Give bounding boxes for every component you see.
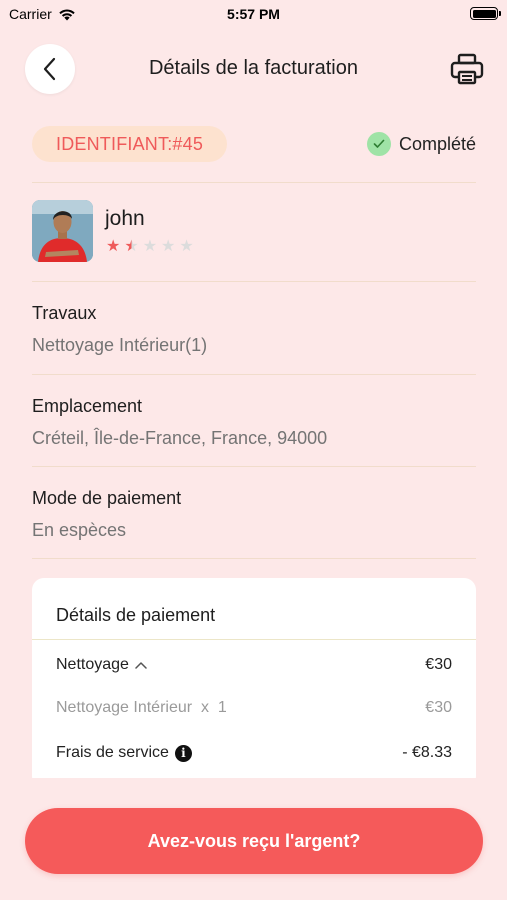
status-badge: Complété — [366, 132, 476, 156]
star-half-icon: ★ — [124, 238, 139, 255]
payment-method-label: Mode de paiement — [32, 488, 182, 508]
location-section: Emplacement Créteil, Île-de-France, Fran… — [32, 396, 476, 449]
avatar — [32, 200, 93, 262]
star-icon: ★ — [161, 238, 176, 255]
sub-service-line: Nettoyage Intérieur x 1 €30 — [56, 699, 452, 717]
service-fee-label: Frais de service — [56, 744, 169, 761]
star-icon: ★ — [179, 238, 194, 255]
sub-service-amount: €30 — [425, 699, 452, 716]
status-bar: Carrier 5:57 PM — [0, 0, 507, 30]
page-title: Détails de la facturation — [148, 57, 358, 79]
divider — [32, 182, 476, 183]
location-value: Créteil, Île-de-France, France, 94000 — [32, 428, 328, 448]
printer-icon — [450, 53, 484, 85]
service-amount: €30 — [425, 656, 452, 673]
divider — [32, 558, 476, 559]
divider — [32, 374, 476, 375]
work-section: Travaux Nettoyage Intérieur(1) — [32, 303, 476, 356]
star-rating: ★ ★ ★ ★ ★ — [106, 239, 194, 255]
service-label: Nettoyage — [56, 656, 129, 673]
check-icon — [366, 132, 391, 156]
service-fee-amount: - €8.33 — [402, 744, 452, 761]
status-label: Complété — [398, 133, 476, 154]
payment-details-card: Détails de paiement Nettoyage €30 Nettoy… — [32, 578, 476, 788]
order-id-badge: IDENTIFIANT:#45 — [32, 126, 228, 162]
location-label: Emplacement — [32, 396, 143, 416]
star-icon: ★ — [142, 238, 158, 255]
battery-icon — [470, 7, 501, 20]
print-button[interactable] — [449, 51, 485, 87]
chevron-up-icon[interactable] — [135, 661, 147, 669]
order-id-row: IDENTIFIANT:#45 Complété — [32, 126, 476, 164]
payment-method-section: Mode de paiement En espèces — [32, 488, 476, 541]
service-line[interactable]: Nettoyage €30 — [56, 656, 452, 674]
payment-received-button[interactable]: Avez-vous reçu l'argent? — [25, 808, 483, 874]
payment-details-title: Détails de paiement — [56, 605, 216, 625]
info-icon[interactable]: i — [174, 744, 192, 762]
clock: 5:57 PM — [227, 6, 280, 22]
divider — [32, 281, 476, 282]
work-label: Travaux — [32, 303, 97, 323]
bottom-action-bar: Avez-vous reçu l'argent? — [0, 778, 507, 900]
header: Détails de la facturation — [0, 42, 507, 96]
payment-method-value: En espèces — [32, 520, 127, 540]
customer-info: john ★ ★ ★ ★ ★ — [32, 200, 476, 262]
sub-service-label: Nettoyage Intérieur x 1 — [56, 699, 227, 716]
customer-name: john — [105, 207, 145, 230]
star-icon: ★ — [106, 238, 121, 255]
divider — [32, 639, 476, 640]
service-fee-line: Frais de service i - €8.33 — [56, 744, 452, 762]
work-value: Nettoyage Intérieur(1) — [32, 335, 208, 355]
divider — [32, 466, 476, 467]
